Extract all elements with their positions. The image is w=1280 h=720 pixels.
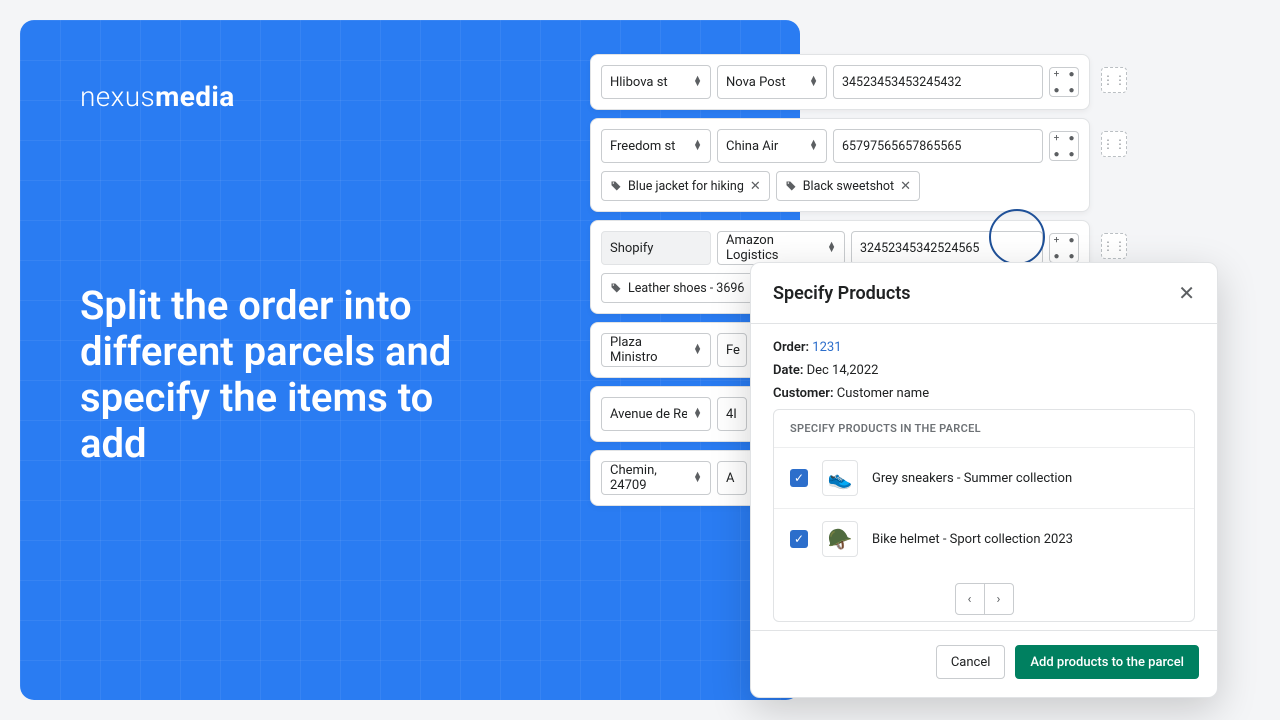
add-products-button[interactable]: Add products to the parcel (1015, 645, 1199, 679)
carrier-select[interactable]: Amazon Logistics▲▼ (717, 231, 845, 265)
select-arrows-icon: ▲▼ (809, 141, 818, 151)
customer-meta: Customer: Customer name (773, 386, 1195, 401)
parcel-card: Freedom st▲▼ China Air▲▼ 657975656578655… (590, 118, 1090, 212)
headline: Split the order into different parcels a… (80, 283, 500, 467)
products-icon: +●●● (1050, 67, 1078, 97)
modal-title: Specify Products (773, 283, 911, 304)
address-select[interactable]: Plaza Ministro▲▼ (601, 333, 711, 367)
cancel-button[interactable]: Cancel (936, 645, 1006, 679)
select-arrows-icon: ▲▼ (693, 141, 702, 151)
checkbox[interactable]: ✓ (790, 530, 808, 548)
product-tag: Blue jacket for hiking✕ (601, 171, 770, 201)
order-meta: Order: 1231 (773, 340, 1195, 355)
brand-name-bold: media (155, 80, 235, 113)
select-arrows-icon: ▲▼ (827, 243, 836, 253)
tag-icon (610, 282, 622, 294)
select-arrows-icon: ▲▼ (693, 345, 702, 355)
tag-icon (610, 180, 622, 192)
product-name: Grey sneakers - Summer collection (872, 471, 1072, 486)
carrier-select[interactable]: 4I (717, 397, 747, 431)
drag-handle-icon[interactable]: ⋮⋮ (1101, 131, 1127, 157)
remove-tag-icon[interactable]: ✕ (750, 179, 761, 194)
product-tag: Black sweetshot✕ (776, 171, 920, 201)
product-thumb-helmet-icon: 🪖 (822, 521, 858, 557)
specify-products-modal: Specify Products ✕ Order: 1231 Date: Dec… (750, 262, 1218, 698)
order-link[interactable]: 1231 (812, 340, 841, 355)
product-tag: Leather shoes - 3696✕ (601, 273, 770, 303)
address-select[interactable]: Avenue de Rena..▲▼ (601, 397, 711, 431)
specify-products-button[interactable]: +●●● (1049, 67, 1079, 97)
products-subcard: SPECIFY PRODUCTS IN THE PARCEL ✓ 👟 Grey … (773, 409, 1195, 622)
address-select[interactable]: Chemin, 24709▲▼ (601, 461, 711, 495)
carrier-select[interactable]: A (717, 461, 747, 495)
drag-handle-icon[interactable]: ⋮⋮ (1101, 67, 1127, 93)
product-row[interactable]: ✓ 👟 Grey sneakers - Summer collection (774, 447, 1194, 508)
drag-handle-icon[interactable]: ⋮⋮ (1101, 233, 1127, 259)
product-row[interactable]: ✓ 🪖 Bike helmet - Sport collection 2023 (774, 508, 1194, 569)
select-arrows-icon: ▲▼ (809, 77, 818, 87)
select-arrows-icon: ▲▼ (693, 409, 702, 419)
product-thumb-sneaker-icon: 👟 (822, 460, 858, 496)
tag-icon (785, 180, 797, 192)
section-heading: SPECIFY PRODUCTS IN THE PARCEL (774, 410, 1194, 447)
address-select[interactable]: Freedom st▲▼ (601, 129, 711, 163)
carrier-select[interactable]: Fe (717, 333, 747, 367)
carrier-select[interactable]: China Air▲▼ (717, 129, 827, 163)
next-page-button[interactable]: › (984, 583, 1014, 615)
specify-products-button[interactable]: +●●● (1049, 233, 1079, 263)
date-meta: Date: Dec 14,2022 (773, 363, 1195, 378)
remove-tag-icon[interactable]: ✕ (900, 179, 911, 194)
brand-name-light: nexus (80, 80, 155, 113)
tracking-input[interactable]: 65797565657865565 (833, 129, 1043, 163)
products-icon: +●●● (1050, 131, 1078, 161)
product-name: Bike helmet - Sport collection 2023 (872, 532, 1073, 547)
address-readonly: Shopify (601, 231, 711, 265)
pager: ‹ › (774, 569, 1194, 621)
select-arrows-icon: ▲▼ (693, 473, 702, 483)
close-icon[interactable]: ✕ (1178, 281, 1195, 305)
prev-page-button[interactable]: ‹ (955, 583, 985, 615)
tracking-input[interactable]: 32452345342524565 (851, 231, 1043, 265)
brand-logo: nexusmedia (80, 80, 740, 113)
tracking-input[interactable]: 34523453453245432 (833, 65, 1043, 99)
checkbox[interactable]: ✓ (790, 469, 808, 487)
specify-products-button[interactable]: +●●● (1049, 131, 1079, 161)
products-icon: +●●● (1050, 233, 1078, 263)
